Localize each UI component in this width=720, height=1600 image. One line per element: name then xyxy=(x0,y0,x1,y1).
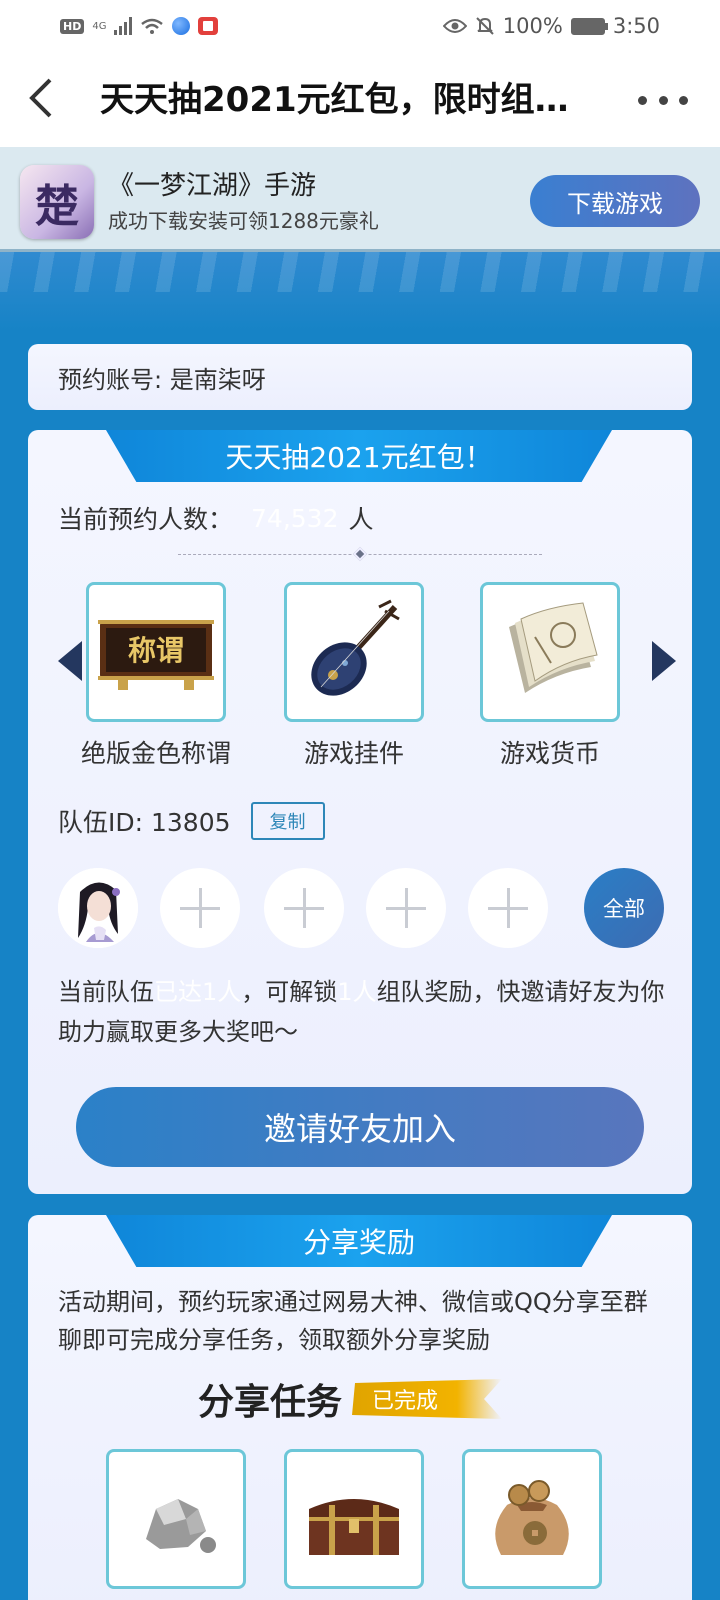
background-decoration xyxy=(0,252,720,332)
account-card: 预约账号: 是南柒呀 xyxy=(28,344,692,410)
count-value: 74,532 xyxy=(251,503,339,533)
avatar-girl-icon xyxy=(58,868,138,948)
prize-item[interactable]: 游戏货币 xyxy=(480,582,620,770)
prev-prize-arrow-icon[interactable] xyxy=(58,641,82,681)
team-member-count: 已达1人 xyxy=(154,978,242,1006)
more-dots-icon xyxy=(638,95,647,105)
game-download-banner: 楚 《一梦江湖》手游 成功下载安装可领1288元豪礼 下载游戏 xyxy=(0,147,720,252)
signal-icon xyxy=(114,17,133,35)
plus-icon xyxy=(386,888,426,928)
plaque-text: 称谓 xyxy=(128,634,184,667)
title-plaque-icon: 称谓 xyxy=(98,620,214,690)
view-all-button[interactable]: 全部 xyxy=(584,868,664,948)
share-prize-item[interactable] xyxy=(106,1449,246,1589)
share-prize-item[interactable] xyxy=(462,1449,602,1589)
status-left: HD 4G xyxy=(60,17,219,35)
share-prize-item[interactable] xyxy=(284,1449,424,1589)
raffle-ribbon-title: 天天抽2021元红包！ xyxy=(106,430,612,482)
reservation-count: 当前预约人数： 74,532 人 xyxy=(58,500,374,536)
browser-app-icon xyxy=(172,17,191,35)
game-app-icon[interactable]: 楚 xyxy=(20,165,94,239)
page-title: 天天抽2021元红包，限时组… xyxy=(100,80,569,120)
download-game-button[interactable]: 下载游戏 xyxy=(530,175,700,227)
divider-ornament xyxy=(352,546,368,562)
title-bar: 天天抽2021元红包，限时组… xyxy=(0,52,720,147)
game-promo-text: 成功下载安装可领1288元豪礼 xyxy=(108,209,379,233)
count-label: 当前预约人数： xyxy=(58,505,234,534)
prize-label: 游戏货币 xyxy=(499,739,600,768)
prize-image-box xyxy=(284,582,424,722)
prize-image-box: 称谓 xyxy=(86,582,226,722)
prize-label: 游戏挂件 xyxy=(303,739,404,768)
invite-slot[interactable] xyxy=(160,868,240,948)
mute-bell-icon xyxy=(476,17,494,35)
plus-icon xyxy=(180,888,220,928)
game-name: 《一梦江湖》手游 xyxy=(108,171,317,201)
stone-icon xyxy=(146,1499,216,1553)
invite-slot[interactable] xyxy=(264,868,344,948)
invite-slot[interactable] xyxy=(468,868,548,948)
share-description: 活动期间，预约玩家通过网易大神、微信或QQ分享至群聊即可完成分享任务，领取额外分… xyxy=(58,1288,648,1354)
share-task-row: 分享任务 已完成 xyxy=(198,1373,503,1425)
prize-item[interactable]: 游戏挂件 xyxy=(284,582,424,770)
unlock-count: 1人 xyxy=(337,978,377,1006)
prize-label: 绝版金色称谓 xyxy=(80,739,231,768)
eye-icon xyxy=(442,19,467,33)
battery-percent: 100% xyxy=(502,14,563,38)
invite-friends-button[interactable]: 邀请好友加入 xyxy=(76,1087,644,1167)
battery-icon xyxy=(570,17,608,35)
money-bag-icon xyxy=(495,1480,569,1555)
status-right: 100% 3:50 xyxy=(442,14,660,38)
chevron-left-icon xyxy=(29,78,52,118)
network-type: 4G xyxy=(92,20,107,32)
more-button[interactable] xyxy=(638,80,688,120)
team-id: 队伍ID: 13805 xyxy=(58,808,231,837)
team-description: 当前队伍已达1人，可解锁1人组队奖励，快邀请好友为你助力赢取更多大奖吧～ xyxy=(58,978,665,1046)
treasure-chest-icon xyxy=(309,1499,399,1555)
completed-badge: 已完成 xyxy=(352,1379,503,1419)
count-unit: 人 xyxy=(348,505,374,534)
paper-currency-icon xyxy=(509,602,598,693)
hd-icon: HD xyxy=(60,18,85,34)
wifi-icon xyxy=(141,18,164,34)
back-button[interactable] xyxy=(26,76,66,124)
reader-app-icon xyxy=(198,17,219,35)
next-prize-arrow-icon[interactable] xyxy=(652,641,676,681)
share-reward-card: 分享奖励 活动期间，预约玩家通过网易大神、微信或QQ分享至群聊即可完成分享任务，… xyxy=(28,1215,692,1600)
pipa-instrument-icon xyxy=(311,599,400,696)
team-id-row: 队伍ID: 13805 复制 xyxy=(58,802,325,840)
share-ribbon-title: 分享奖励 xyxy=(106,1215,612,1267)
team-member-avatar[interactable] xyxy=(58,868,138,948)
copy-button[interactable]: 复制 xyxy=(250,802,325,840)
plus-icon xyxy=(284,888,324,928)
prize-item[interactable]: 称谓 绝版金色称谓 xyxy=(81,582,231,770)
share-task-title: 分享任务 xyxy=(198,1382,343,1423)
status-bar: HD 4G 100% 3:50 xyxy=(0,0,720,52)
raffle-card: 天天抽2021元红包！ 当前预约人数： 74,532 人 称谓 绝版金色称谓 游… xyxy=(28,430,692,1194)
clock: 3:50 xyxy=(612,14,660,38)
plus-icon xyxy=(488,888,528,928)
account-label: 预约账号: 是南柒呀 xyxy=(58,365,266,394)
invite-slot[interactable] xyxy=(366,868,446,948)
prize-image-box xyxy=(480,582,620,722)
